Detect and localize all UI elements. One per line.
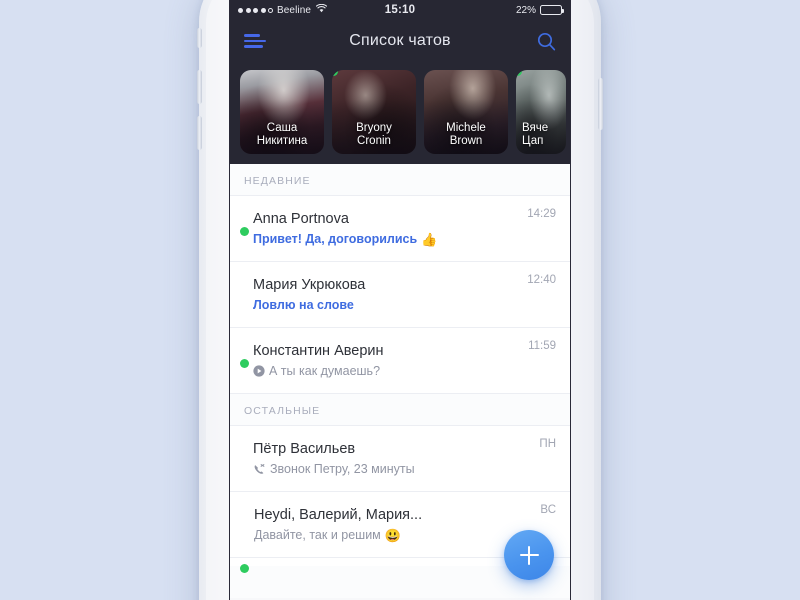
chat-timestamp: 14:29	[527, 208, 556, 220]
list-section-header: НЕДАВНИЕ	[230, 164, 570, 196]
chat-timestamp: ПН	[539, 438, 556, 450]
chat-list-row[interactable]: Мария Укрюкова Ловлю на слове 12:40	[230, 262, 570, 328]
chat-list-row[interactable]: Anna Portnova Привет! Да, договорились 👍 14…	[230, 196, 570, 262]
chat-timestamp: ВС	[540, 504, 556, 516]
chat-message-preview: Привет! Да, договорились 👍	[253, 231, 516, 248]
new-chat-fab-button[interactable]	[504, 530, 554, 580]
status-bar: Beeline 15:10 22%	[230, 0, 570, 20]
story-name-line2: Brown	[449, 135, 483, 147]
chat-contact-name: Константин Аверин	[253, 342, 384, 359]
volume-down-button[interactable]	[197, 116, 202, 150]
chat-row-content: Anna Portnova Привет! Да, договорились 👍	[253, 210, 516, 248]
online-indicator-dot	[240, 564, 249, 573]
message-emoji: 😃	[384, 527, 401, 543]
chat-timestamp: 11:59	[528, 340, 556, 352]
online-indicator-dot	[240, 226, 249, 236]
chat-row-content: Мария Укрюкова Ловлю на слове	[253, 276, 516, 314]
navigation-bar: Список чатов	[230, 20, 570, 62]
chat-timestamp: 12:40	[527, 274, 556, 286]
story-item[interactable]: Вяче Цап	[516, 70, 566, 154]
battery-percent-label: 22%	[515, 4, 536, 16]
chat-message-preview: Звонок Петру, 23 минуты	[253, 461, 528, 478]
online-indicator-dot	[240, 358, 249, 368]
power-button[interactable]	[598, 78, 603, 130]
chat-message-text: А ты как думаешь?	[269, 363, 381, 378]
chat-message-text: Давайте, так и решим	[254, 527, 381, 542]
volume-up-button[interactable]	[197, 70, 202, 104]
search-icon[interactable]	[537, 32, 556, 51]
phone-call-icon	[253, 463, 266, 476]
status-bar-right: 22%	[515, 4, 564, 16]
story-name-line2: Cronin	[357, 135, 391, 147]
story-name-label: Michele Brown	[424, 122, 508, 148]
phone-screen: Beeline 15:10 22% Список чатов Саша Ники…	[229, 0, 571, 600]
avatar	[242, 524, 243, 525]
story-name-label: Саша Никитина	[240, 122, 324, 148]
story-name-line1: Саша	[266, 122, 298, 134]
message-emoji: 👍	[421, 231, 438, 247]
page-title: Список чатов	[349, 32, 451, 49]
screenshot-stage: Beeline 15:10 22% Список чатов Саша Ники…	[0, 0, 800, 600]
list-section-header: ОСТАЛЬНЫЕ	[230, 394, 570, 426]
voice-message-play-icon	[253, 365, 265, 377]
story-name-line1: Вяче	[522, 122, 549, 134]
chat-message-preview: А ты как думаешь?	[253, 363, 517, 380]
chat-message-text: Привет! Да, договорились	[253, 231, 418, 246]
battery-icon	[540, 5, 564, 15]
chat-message-preview: Ловлю на слове	[253, 297, 516, 314]
story-item[interactable]: Саша Никитина	[240, 70, 324, 154]
chat-row-content: Heydi, Валерий, Мария... Давайте, так и р…	[254, 506, 529, 544]
group-avatar-grid	[242, 524, 243, 525]
story-name-line1: Bryony	[356, 122, 392, 134]
stories-strip[interactable]: Саша Никитина Bryony Cronin Michele Brown Вяче…	[230, 62, 570, 164]
story-name-label: Вяче Цап	[516, 122, 566, 148]
hamburger-menu-icon[interactable]	[244, 34, 266, 48]
chat-row-content: Константин Аверин А ты как думаешь?	[253, 342, 517, 380]
chat-contact-name: Anna Portnova	[253, 210, 349, 227]
story-name-line1: Michele	[446, 122, 486, 134]
story-item[interactable]: Bryony Cronin	[332, 70, 416, 154]
chat-contact-name: Heydi, Валерий, Мария...	[254, 506, 423, 523]
chat-list-row[interactable]: Константин Аверин А ты как думаешь? 11:59	[230, 328, 570, 394]
story-name-line2: Никитина	[256, 135, 308, 147]
chat-message-preview: Давайте, так и решим 😃	[254, 527, 529, 544]
plus-icon-vertical	[527, 545, 531, 565]
chat-list-row[interactable]: Пётр Васильев Звонок Петру, 23 минуты ПН	[230, 426, 570, 492]
chat-row-content: Пётр Васильев Звонок Петру, 23 минуты	[253, 440, 528, 478]
avatar-wrapper	[242, 524, 243, 525]
chat-message-text: Ловлю на слове	[253, 297, 354, 312]
story-name-line2: Цап	[522, 135, 544, 147]
story-item[interactable]: Michele Brown	[424, 70, 508, 154]
chat-message-text: Звонок Петру, 23 минуты	[270, 461, 415, 476]
silent-switch[interactable]	[197, 28, 202, 48]
chat-contact-name: Мария Укрюкова	[253, 276, 366, 293]
story-name-label: Bryony Cronin	[332, 122, 416, 148]
chat-contact-name: Пётр Васильев	[253, 440, 356, 457]
